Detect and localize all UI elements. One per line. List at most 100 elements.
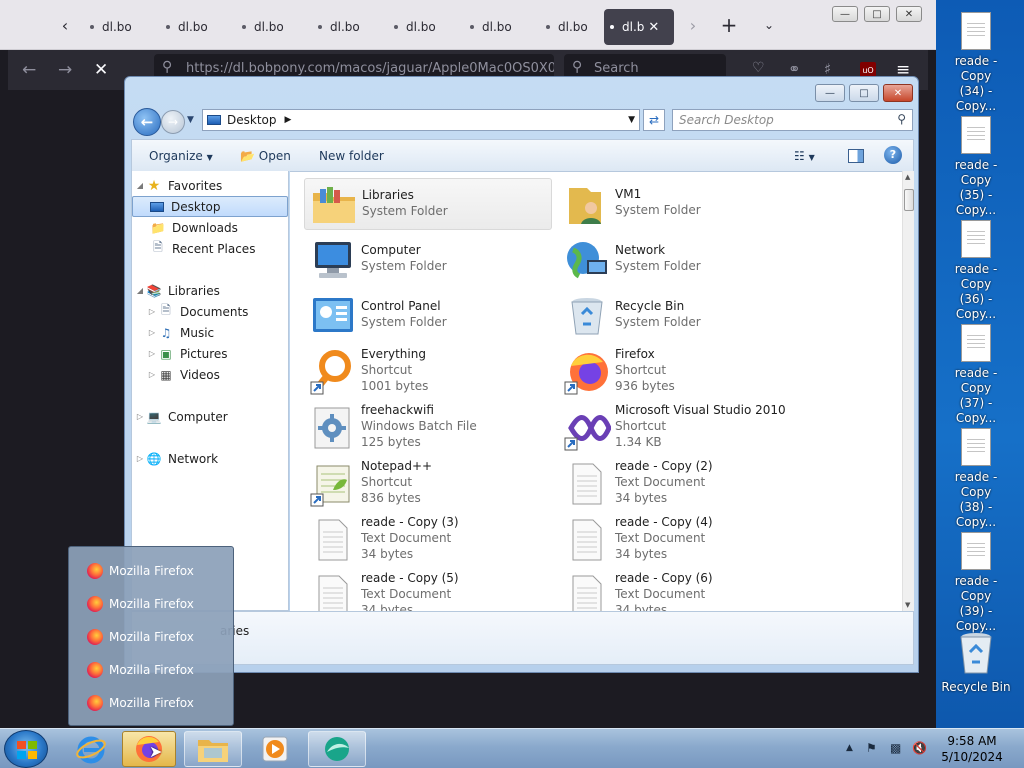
desktop-icon-reade-copy-34[interactable]: reade - Copy (34) - Copy... [940, 0, 1012, 113]
back-button[interactable]: ← [133, 108, 161, 136]
refresh-button[interactable]: ⇄ [643, 109, 665, 131]
file-item-freehackwifi[interactable]: freehackwifi Windows Batch File 125 byte… [304, 402, 552, 454]
nav-libraries[interactable]: ◢ 📚 Libraries [134, 280, 220, 301]
file-item-notepad-plus[interactable]: Notepad++ Shortcut 836 bytes [304, 458, 552, 510]
nav-downloads[interactable]: 📁 Downloads [150, 217, 238, 238]
close-button[interactable]: ✕ [896, 6, 922, 22]
collapsed-triangle-icon[interactable]: ▷ [134, 454, 146, 463]
browser-tab[interactable]: dl.bo [388, 9, 454, 45]
desktop-icon-recycle-bin[interactable]: Recycle Bin [940, 626, 1012, 718]
nav-music[interactable]: ▷ ♫ Music [146, 322, 214, 343]
taskbar-media-player[interactable] [246, 731, 304, 767]
tab-close-icon[interactable]: ✕ [648, 20, 659, 35]
scroll-up-arrow-icon[interactable]: ▲ [905, 173, 910, 181]
taskbar-windows-explorer[interactable] [184, 731, 242, 767]
file-item-everything[interactable]: Everything Shortcut 1001 bytes [304, 346, 552, 398]
search-desktop-input[interactable]: Search Desktop ⚲ [672, 109, 913, 131]
browser-tab-active[interactable]: dl.b ✕ [604, 9, 674, 45]
collapsed-triangle-icon[interactable]: ▷ [146, 370, 158, 379]
file-item-reade-copy-5[interactable]: reade - Copy (5) Text Document 34 bytes [304, 570, 552, 611]
firefox-window-item[interactable]: Mozilla Firefox [87, 560, 194, 582]
desktop-icon-reade-copy-36[interactable]: reade - Copy (36) - Copy... [940, 208, 1012, 321]
nav-network[interactable]: ▷ 🌐 Network [134, 448, 218, 469]
new-folder-button[interactable]: New folder [319, 149, 384, 163]
file-item-control-panel[interactable]: Control Panel System Folder [304, 290, 552, 342]
scrollbar-thumb[interactable] [904, 189, 914, 211]
nav-documents[interactable]: ▷ 🗎 Documents [146, 301, 249, 322]
file-item-reade-copy-2[interactable]: reade - Copy (2) Text Document 34 bytes [558, 458, 806, 510]
address-dropdown-icon[interactable]: ▼ [628, 115, 635, 125]
file-item-libraries[interactable]: Libraries System Folder [304, 178, 552, 230]
desktop-icon-reade-copy-39[interactable]: reade - Copy (39) - Copy... [940, 520, 1012, 633]
start-button[interactable] [4, 730, 48, 768]
file-item-recycle-bin[interactable]: Recycle Bin System Folder [558, 290, 806, 342]
nav-recent-places[interactable]: 🗎 Recent Places [150, 238, 255, 259]
stop-icon[interactable]: ✕ [94, 60, 108, 80]
list-all-tabs-button[interactable]: ⌄ [756, 12, 782, 38]
volume-muted-icon[interactable]: 🔇 [912, 741, 927, 755]
taskbar-internet-explorer[interactable] [62, 731, 120, 767]
tab-scroll-left-button[interactable]: ‹ [52, 12, 78, 38]
file-item-computer[interactable]: Computer System Folder [304, 234, 552, 286]
tab-scroll-right-button[interactable]: › [680, 12, 706, 38]
file-item-vm1[interactable]: VM1 System Folder [558, 178, 806, 230]
browser-tab[interactable]: dl.bo [540, 9, 606, 45]
change-view-icon[interactable]: ☷ ▼ [794, 149, 815, 163]
firefox-window-item[interactable]: Mozilla Firefox [87, 593, 194, 615]
nav-pictures[interactable]: ▷ ▣ Pictures [146, 343, 228, 364]
nav-desktop[interactable]: Desktop [132, 196, 288, 217]
nav-favorites[interactable]: ◢ ★ Favorites [134, 175, 222, 196]
maximize-button[interactable]: □ [864, 6, 890, 22]
system-clock[interactable]: 9:58 AM 5/10/2024 [930, 733, 1014, 765]
desktop-icon-reade-copy-37[interactable]: reade - Copy (37) - Copy... [940, 312, 1012, 425]
new-tab-button[interactable]: + [716, 12, 742, 38]
browser-tab[interactable]: dl.bo [160, 9, 226, 45]
file-item-network[interactable]: Network System Folder [558, 234, 806, 286]
minimize-button[interactable]: — [832, 6, 858, 22]
collapsed-triangle-icon[interactable]: ▷ [146, 307, 158, 316]
open-button[interactable]: 📂 Open [240, 149, 291, 163]
collapsed-triangle-icon[interactable]: ▷ [134, 412, 146, 421]
taskbar-app-green[interactable] [308, 731, 366, 767]
browser-tab[interactable]: dl.bo [236, 9, 302, 45]
scroll-down-arrow-icon[interactable]: ▼ [905, 601, 910, 609]
firefox-window-item[interactable]: Mozilla Firefox [87, 659, 194, 681]
browser-tab[interactable]: dl.bo [312, 9, 378, 45]
file-item-firefox[interactable]: Firefox Shortcut 936 bytes [558, 346, 806, 398]
browser-tab[interactable]: dl.bo [464, 9, 530, 45]
network-status-icon[interactable]: ▩ [890, 741, 901, 755]
file-item-reade-copy-4[interactable]: reade - Copy (4) Text Document 34 bytes [558, 514, 806, 566]
collapsed-triangle-icon[interactable]: ▷ [146, 349, 158, 358]
firefox-window-item[interactable]: Mozilla Firefox [87, 626, 194, 648]
expanded-triangle-icon[interactable]: ◢ [134, 286, 146, 295]
desktop-icon-reade-copy-35[interactable]: reade - Copy (35) - Copy... [940, 104, 1012, 217]
taskbar-firefox[interactable]: ➤ [122, 731, 176, 767]
preview-pane-icon[interactable] [848, 149, 864, 163]
file-item-visual-studio[interactable]: Microsoft Visual Studio 2010 Shortcut 1.… [558, 402, 806, 454]
recent-pages-dropdown[interactable]: ▼ [187, 115, 194, 125]
nav-computer[interactable]: ▷ 💻 Computer [134, 406, 228, 427]
collapsed-triangle-icon[interactable]: ▷ [146, 328, 158, 337]
file-item-reade-copy-3[interactable]: reade - Copy (3) Text Document 34 bytes [304, 514, 552, 566]
forward-arrow-icon[interactable]: → [58, 60, 72, 80]
file-item-reade-copy-6[interactable]: reade - Copy (6) Text Document 34 bytes [558, 570, 806, 611]
help-icon[interactable]: ? [884, 146, 902, 164]
explorer-close-button[interactable]: ✕ [883, 84, 913, 102]
expanded-triangle-icon[interactable]: ◢ [134, 181, 146, 190]
explorer-maximize-button[interactable]: □ [849, 84, 879, 102]
file-list-scrollbar[interactable]: ▲ ▼ [902, 171, 914, 611]
nav-videos[interactable]: ▷ ▦ Videos [146, 364, 220, 385]
back-arrow-icon[interactable]: ← [22, 60, 36, 80]
explorer-minimize-button[interactable]: — [815, 84, 845, 102]
pocket-icon[interactable]: ♡ [752, 60, 765, 76]
forward-button[interactable]: → [161, 110, 185, 134]
firefox-window-item[interactable]: Mozilla Firefox [87, 692, 194, 714]
breadcrumb-arrow-icon[interactable]: ▶ [285, 115, 292, 125]
search-icon: ⚲ [897, 112, 906, 126]
browser-tab[interactable]: dl.bo [84, 9, 150, 45]
desktop-icon-reade-copy-38[interactable]: reade - Copy (38) - Copy... [940, 416, 1012, 529]
show-hidden-icons-button[interactable]: ▲ [846, 743, 853, 753]
address-bar[interactable]: Desktop ▶ ▼ [202, 109, 640, 131]
organize-button[interactable]: Organize ▼ [149, 149, 213, 163]
action-center-flag-icon[interactable]: ⚑ [866, 741, 877, 755]
